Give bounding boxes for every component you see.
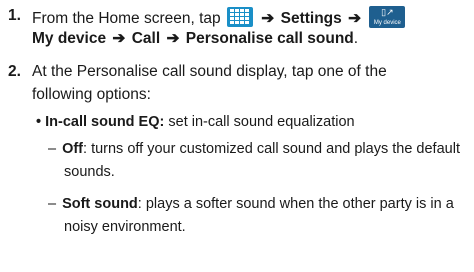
call-label: Call <box>131 30 161 47</box>
manual-page: 1. From the Home screen, tap ➔ Settings … <box>0 0 474 272</box>
bullet-in-call-sound-eq: • In-call sound EQ: set in-call sound eq… <box>36 112 355 132</box>
arrow-icon: ➔ <box>112 30 126 47</box>
step-2-line-2: following options: <box>32 86 151 103</box>
step-1-line-1: From the Home screen, tap ➔ Settings ➔ ▯… <box>32 6 406 29</box>
my-device-icon: ▯↗ My device <box>369 6 406 28</box>
sub-item-description: : plays a softer sound when the other pa… <box>137 196 454 212</box>
my-device-label: My device <box>32 30 107 47</box>
sub-item-soft-sound: – Soft sound: plays a softer sound when t… <box>48 194 454 214</box>
arrow-icon: ➔ <box>348 10 362 27</box>
arrow-icon: ➔ <box>261 10 275 27</box>
sub-item-off: – Off: turns off your customized call sou… <box>48 139 460 159</box>
personalise-call-sound-label: Personalise call sound <box>185 30 354 47</box>
sub-item-soft-sound-continuation: noisy environment. <box>64 219 186 235</box>
step-1-line-2: My device ➔ Call ➔ Personalise call soun… <box>32 30 359 47</box>
bullet-marker: • <box>36 114 42 130</box>
dash-marker: – <box>48 141 57 157</box>
my-device-icon-caption: My device <box>373 20 401 26</box>
sub-item-term: Off <box>62 141 84 157</box>
step-1-text: From the Home screen, tap <box>32 10 221 27</box>
arrow-icon: ➔ <box>166 30 180 47</box>
step-1-number: 1. <box>8 7 21 24</box>
apps-grid-icon <box>226 7 253 27</box>
step-2-number: 2. <box>8 63 21 80</box>
sub-item-description: : turns off your customized call sound a… <box>83 141 460 157</box>
dash-marker: – <box>48 196 57 212</box>
settings-label: Settings <box>280 10 342 27</box>
bullet-description: set in-call sound equalization <box>168 114 355 130</box>
bullet-term: In-call sound EQ: <box>45 114 165 130</box>
sub-item-term: Soft sound <box>62 196 138 212</box>
sub-item-off-continuation: sounds. <box>64 164 115 180</box>
step-2-line-1: At the Personalise call sound display, t… <box>32 63 387 80</box>
